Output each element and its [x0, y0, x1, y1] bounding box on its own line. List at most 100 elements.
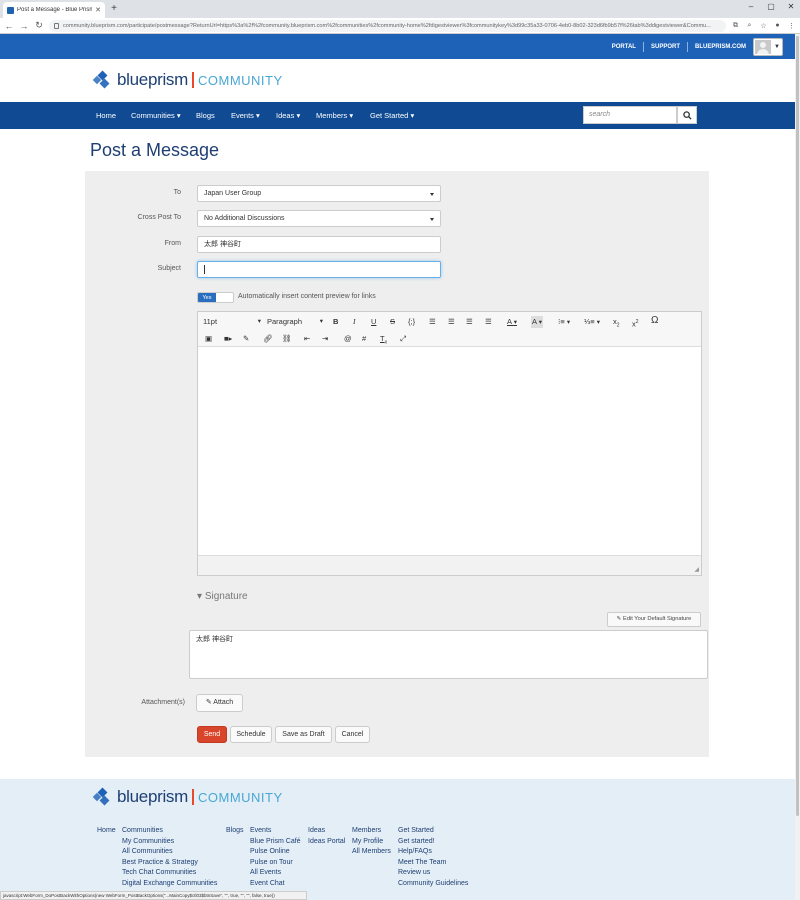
site-logo[interactable]: blueprism COMMUNITY: [92, 70, 283, 90]
footer-link[interactable]: Digital Exchange Communities: [122, 879, 217, 890]
scrollbar-thumb[interactable]: [796, 36, 799, 816]
align-left-icon[interactable]: ☰: [429, 316, 436, 328]
strikethrough-icon[interactable]: S: [390, 316, 395, 328]
footer-link[interactable]: Blogs: [226, 826, 244, 837]
bold-icon[interactable]: B: [333, 316, 338, 328]
footer-link[interactable]: All Events: [250, 868, 301, 879]
nav-ideas[interactable]: Ideas ▾: [276, 102, 300, 129]
footer-link[interactable]: Pulse on Tour: [250, 858, 301, 869]
footer-link[interactable]: Communities: [122, 826, 217, 837]
search-input[interactable]: search: [583, 106, 677, 124]
url-field[interactable]: community.blueprism.com/participate/post…: [49, 19, 726, 32]
align-center-icon[interactable]: ☰: [448, 316, 455, 328]
cross-post-select[interactable]: No Additional Discussions: [197, 210, 441, 227]
footer-link[interactable]: Members: [352, 826, 391, 837]
bookmark-star-icon[interactable]: ☆: [759, 22, 768, 30]
block-format-dropdown[interactable]: Paragraph ▾: [267, 316, 323, 328]
numbered-list-icon[interactable]: ⅓≡ ▾: [584, 316, 600, 328]
superscript-icon[interactable]: x2: [632, 316, 639, 329]
footer-link[interactable]: All Communities: [122, 847, 217, 858]
bullet-list-icon[interactable]: ⁝≡ ▾: [558, 316, 570, 328]
footer-link[interactable]: Meet The Team: [398, 858, 468, 869]
from-field[interactable]: 太郎 神谷町: [197, 236, 441, 253]
align-right-icon[interactable]: ☰: [466, 316, 473, 328]
new-tab-button[interactable]: +: [108, 3, 120, 15]
profile-icon[interactable]: ●: [773, 22, 782, 29]
support-link[interactable]: SUPPORT: [651, 44, 680, 50]
schedule-button[interactable]: Schedule: [230, 726, 272, 743]
send-button[interactable]: Send: [197, 726, 227, 743]
edit-default-signature-button[interactable]: ✎ Edit Your Default Signature: [607, 612, 701, 627]
footer-link[interactable]: My Communities: [122, 837, 217, 848]
browser-tab[interactable]: Post a Message - Blue Prism Co ✕: [3, 2, 105, 18]
portal-link[interactable]: PORTAL: [612, 44, 636, 50]
footer-link[interactable]: Help/FAQs: [398, 847, 468, 858]
subscript-icon[interactable]: x2: [613, 316, 620, 329]
menu-icon[interactable]: ⋮: [787, 22, 796, 30]
footer-link[interactable]: All Members: [352, 847, 391, 858]
close-tab-icon[interactable]: ✕: [95, 6, 101, 14]
footer-link[interactable]: Events: [250, 826, 301, 837]
footer-link[interactable]: Community Guidelines: [398, 879, 468, 890]
signature-textarea[interactable]: 太郎 神谷町: [189, 630, 708, 679]
text-color-icon[interactable]: A ▾: [507, 316, 517, 328]
footer-link[interactable]: Blue Prism Café: [250, 837, 301, 848]
unlink-icon[interactable]: ⛓︎: [282, 333, 292, 345]
footer-link[interactable]: My Profile: [352, 837, 391, 848]
content-preview-toggle[interactable]: Yes: [197, 292, 234, 303]
nav-home[interactable]: Home: [96, 102, 116, 129]
footer-link[interactable]: Review us: [398, 868, 468, 879]
font-size-dropdown[interactable]: 11pt ▾: [203, 316, 261, 328]
special-character-icon[interactable]: Ω: [651, 315, 658, 327]
insert-link-icon[interactable]: 🔗︎: [263, 333, 273, 345]
attach-button[interactable]: ✎ Attach: [196, 694, 243, 712]
zoom-icon[interactable]: ⌕: [745, 22, 754, 30]
footer-link[interactable]: Best Practice & Strategy: [122, 858, 217, 869]
italic-icon[interactable]: I: [353, 316, 356, 328]
nav-events[interactable]: Events ▾: [231, 102, 260, 129]
nav-members[interactable]: Members ▾: [316, 102, 353, 129]
rich-text-editor[interactable]: 11pt ▾ Paragraph ▾ B I U S {;} ☰ ☰ ☰ ☰ A ▾…: [197, 311, 702, 576]
footer-link[interactable]: Tech Chat Communities: [122, 868, 217, 879]
search-button[interactable]: [677, 106, 697, 124]
fullscreen-icon[interactable]: ⤢: [400, 333, 406, 345]
subject-input[interactable]: [197, 261, 441, 278]
justify-icon[interactable]: ☰: [485, 316, 492, 328]
highlight-color-icon[interactable]: A ▾: [531, 316, 543, 328]
footer-link[interactable]: Event Chat: [250, 879, 301, 890]
footer-logo[interactable]: blueprism COMMUNITY: [92, 787, 283, 807]
hashtag-icon[interactable]: #: [362, 333, 366, 345]
code-icon[interactable]: {;}: [408, 316, 415, 328]
resize-handle-icon[interactable]: ◢: [694, 566, 699, 573]
footer-link[interactable]: Ideas Portal: [308, 837, 345, 848]
nav-blogs[interactable]: Blogs: [196, 102, 215, 129]
indent-icon[interactable]: ⇥: [322, 333, 328, 345]
to-select[interactable]: Japan User Group: [197, 185, 441, 202]
edit-embed-icon[interactable]: ✎: [243, 333, 249, 345]
minimize-window-icon[interactable]: –: [744, 1, 758, 13]
signature-toggle[interactable]: ▾ Signature: [197, 591, 248, 602]
insert-image-icon[interactable]: ▣: [205, 333, 212, 345]
user-menu[interactable]: ▼: [753, 37, 783, 56]
footer-link[interactable]: Get started!: [398, 837, 468, 848]
nav-get-started[interactable]: Get Started ▾: [370, 102, 414, 129]
save-as-draft-button[interactable]: Save as Draft: [275, 726, 332, 743]
mention-icon[interactable]: @: [344, 333, 352, 345]
cancel-button[interactable]: Cancel: [335, 726, 370, 743]
footer-link[interactable]: Pulse Online: [250, 847, 301, 858]
footer-link[interactable]: Get Started: [398, 826, 468, 837]
reload-icon[interactable]: ↻: [34, 20, 44, 31]
insert-video-icon[interactable]: ■▸: [224, 333, 232, 345]
forward-icon[interactable]: →: [19, 21, 29, 31]
underline-icon[interactable]: U: [371, 316, 376, 328]
footer-link[interactable]: Ideas: [308, 826, 345, 837]
clear-formatting-icon[interactable]: Tx: [380, 333, 387, 346]
maximize-window-icon[interactable]: ▢: [764, 1, 778, 13]
close-window-icon[interactable]: ✕: [784, 1, 798, 13]
back-icon[interactable]: ←: [4, 21, 14, 31]
nav-communities[interactable]: Communities ▾: [131, 102, 181, 129]
footer-link[interactable]: Home: [97, 826, 116, 837]
blueprism-com-link[interactable]: BLUEPRISM.COM: [695, 44, 746, 50]
translate-icon[interactable]: ⧉: [731, 22, 740, 30]
outdent-icon[interactable]: ⇤: [304, 333, 310, 345]
